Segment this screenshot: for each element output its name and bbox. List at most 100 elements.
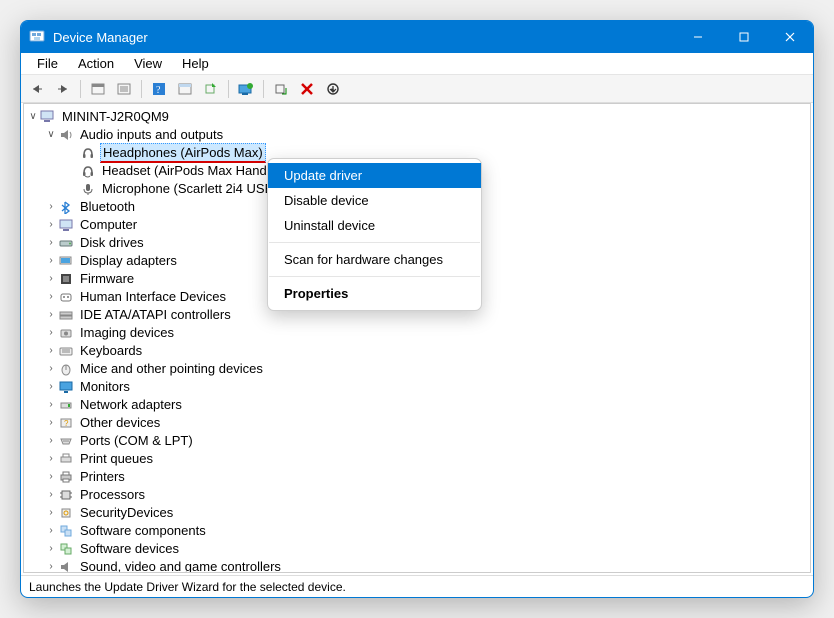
chevron-right-icon[interactable]: › bbox=[44, 416, 58, 430]
chevron-right-icon[interactable]: › bbox=[44, 434, 58, 448]
ctx-disable-device[interactable]: Disable device bbox=[268, 188, 481, 213]
back-button[interactable] bbox=[25, 78, 49, 100]
ctx-update-driver[interactable]: Update driver bbox=[268, 163, 481, 188]
category-label: Software devices bbox=[78, 540, 181, 558]
category-node[interactable]: › Sound, video and game controllers bbox=[26, 558, 804, 573]
add-legacy-hardware-button[interactable] bbox=[321, 78, 345, 100]
category-node[interactable]: › Mice and other pointing devices bbox=[26, 360, 804, 378]
close-button[interactable] bbox=[767, 21, 813, 53]
statusbar: Launches the Update Driver Wizard for th… bbox=[21, 575, 813, 597]
chevron-right-icon[interactable]: › bbox=[44, 362, 58, 376]
chevron-down-icon[interactable]: ∨ bbox=[44, 128, 58, 142]
chevron-right-icon[interactable]: › bbox=[44, 380, 58, 394]
category-node[interactable]: › Software devices bbox=[26, 540, 804, 558]
update-driver-button[interactable] bbox=[234, 78, 258, 100]
category-node[interactable]: › SecurityDevices bbox=[26, 504, 804, 522]
chevron-right-icon[interactable]: › bbox=[44, 470, 58, 484]
root-label: MININT-J2R0QM9 bbox=[60, 108, 171, 126]
category-icon bbox=[58, 559, 74, 573]
ctx-scan-hardware[interactable]: Scan for hardware changes bbox=[268, 247, 481, 272]
forward-button[interactable] bbox=[51, 78, 75, 100]
category-label: Audio inputs and outputs bbox=[78, 126, 225, 144]
category-icon bbox=[58, 433, 74, 449]
category-label: IDE ATA/ATAPI controllers bbox=[78, 306, 233, 324]
maximize-button[interactable] bbox=[721, 21, 767, 53]
category-label: Display adapters bbox=[78, 252, 179, 270]
device-label-selected: Headphones (AirPods Max) bbox=[100, 143, 266, 164]
category-label: Printers bbox=[78, 468, 127, 486]
ctx-properties[interactable]: Properties bbox=[268, 281, 481, 306]
help-button[interactable]: ? bbox=[147, 78, 171, 100]
category-icon bbox=[58, 271, 74, 287]
chevron-right-icon[interactable]: › bbox=[44, 272, 58, 286]
ctx-separator bbox=[269, 276, 480, 277]
disable-device-button[interactable] bbox=[269, 78, 293, 100]
category-label: Sound, video and game controllers bbox=[78, 558, 283, 573]
category-node[interactable]: ›Software components bbox=[26, 522, 804, 540]
category-label: Mice and other pointing devices bbox=[78, 360, 265, 378]
chevron-right-icon[interactable]: › bbox=[44, 524, 58, 538]
chevron-right-icon[interactable]: › bbox=[44, 344, 58, 358]
category-icon bbox=[58, 379, 74, 395]
chevron-right-icon[interactable]: › bbox=[44, 542, 58, 556]
category-icon bbox=[58, 361, 74, 377]
chevron-right-icon[interactable]: › bbox=[44, 218, 58, 232]
menu-file[interactable]: File bbox=[27, 54, 68, 73]
show-hide-tree-button[interactable] bbox=[86, 78, 110, 100]
category-label: Keyboards bbox=[78, 342, 144, 360]
category-label: Monitors bbox=[78, 378, 132, 396]
chevron-right-icon[interactable]: › bbox=[44, 254, 58, 268]
category-icon bbox=[58, 253, 74, 269]
enable-device-button[interactable] bbox=[199, 78, 223, 100]
category-label: Computer bbox=[78, 216, 139, 234]
category-label: SecurityDevices bbox=[78, 504, 175, 522]
chevron-right-icon[interactable]: › bbox=[44, 200, 58, 214]
chevron-right-icon[interactable]: › bbox=[44, 398, 58, 412]
menu-action[interactable]: Action bbox=[68, 54, 124, 73]
category-node[interactable]: › Printers bbox=[26, 468, 804, 486]
chevron-right-icon[interactable]: › bbox=[44, 506, 58, 520]
app-icon bbox=[29, 29, 45, 45]
context-menu: Update driver Disable device Uninstall d… bbox=[267, 158, 482, 311]
toolbar: ? bbox=[21, 75, 813, 103]
category-icon bbox=[58, 307, 74, 323]
menubar: File Action View Help bbox=[21, 53, 813, 75]
category-label: Ports (COM & LPT) bbox=[78, 432, 195, 450]
category-node[interactable]: › Keyboards bbox=[26, 342, 804, 360]
ctx-separator bbox=[269, 242, 480, 243]
chevron-right-icon[interactable]: › bbox=[44, 236, 58, 250]
root-node[interactable]: ∨ MININT-J2R0QM9 bbox=[26, 108, 804, 126]
category-label: Processors bbox=[78, 486, 147, 504]
category-node[interactable]: › Processors bbox=[26, 486, 804, 504]
scan-hardware-button[interactable] bbox=[173, 78, 197, 100]
chevron-right-icon[interactable]: › bbox=[44, 560, 58, 573]
category-node[interactable]: › Imaging devices bbox=[26, 324, 804, 342]
status-text: Launches the Update Driver Wizard for th… bbox=[29, 580, 346, 594]
category-node[interactable]: ›?Other devices bbox=[26, 414, 804, 432]
chevron-right-icon[interactable]: › bbox=[44, 488, 58, 502]
category-audio[interactable]: ∨ Audio inputs and outputs bbox=[26, 126, 804, 144]
uninstall-device-button[interactable] bbox=[295, 78, 319, 100]
category-icon: ? bbox=[58, 415, 74, 431]
chevron-right-icon[interactable]: › bbox=[44, 452, 58, 466]
category-icon bbox=[58, 235, 74, 251]
category-node[interactable]: ›Print queues bbox=[26, 450, 804, 468]
minimize-button[interactable] bbox=[675, 21, 721, 53]
category-label: Network adapters bbox=[78, 396, 184, 414]
headset-icon bbox=[80, 163, 96, 179]
device-label: Microphone (Scarlett 2i4 USB) bbox=[100, 180, 280, 198]
menu-help[interactable]: Help bbox=[172, 54, 219, 73]
chevron-right-icon[interactable]: › bbox=[44, 290, 58, 304]
properties-button[interactable] bbox=[112, 78, 136, 100]
menu-view[interactable]: View bbox=[124, 54, 172, 73]
category-node[interactable]: › Network adapters bbox=[26, 396, 804, 414]
chevron-right-icon[interactable]: › bbox=[44, 326, 58, 340]
category-label: Imaging devices bbox=[78, 324, 176, 342]
chevron-down-icon[interactable]: ∨ bbox=[26, 110, 40, 124]
category-node[interactable]: › Monitors bbox=[26, 378, 804, 396]
chevron-right-icon[interactable]: › bbox=[44, 308, 58, 322]
ctx-uninstall-device[interactable]: Uninstall device bbox=[268, 213, 481, 238]
category-node[interactable]: › Ports (COM & LPT) bbox=[26, 432, 804, 450]
category-icon bbox=[58, 523, 74, 539]
category-icon bbox=[58, 469, 74, 485]
